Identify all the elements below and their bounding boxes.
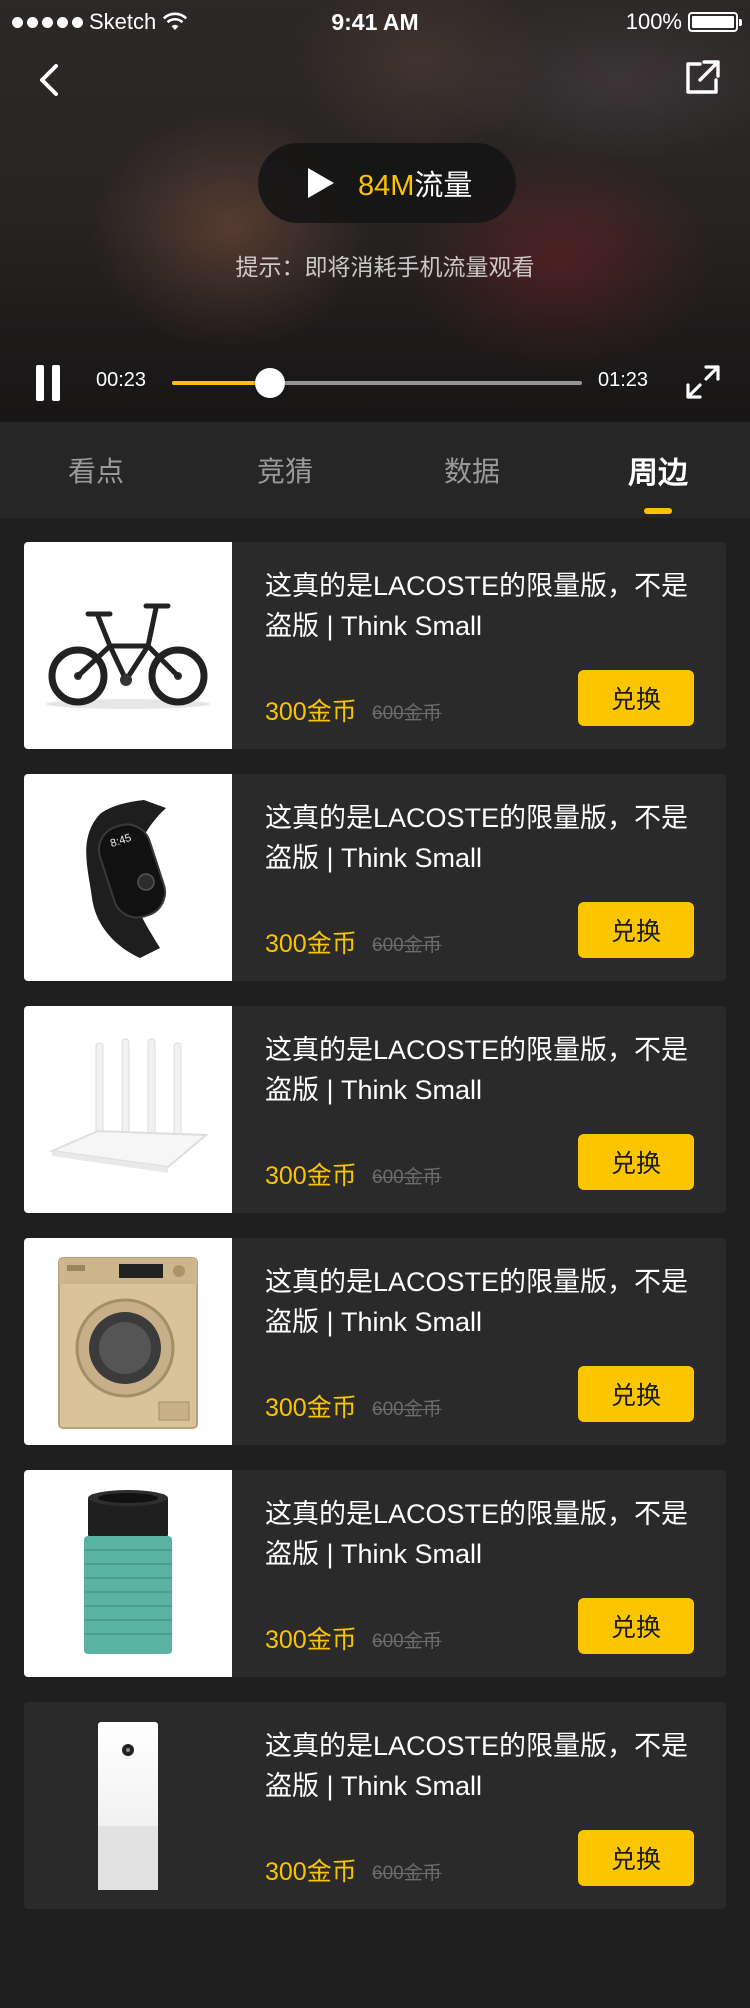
product-title: 这真的是LACOSTE的限量版，不是盗版 | Think Small: [265, 1267, 689, 1337]
tab-stats[interactable]: 数据: [417, 450, 527, 490]
redeem-button[interactable]: 兑换: [578, 670, 694, 726]
product-title: 这真的是LACOSTE的限量版，不是盗版 | Think Small: [265, 571, 689, 641]
video-player[interactable]: Sketch 9:41 AM 100% 84M流量 提示：即将消耗手机流量观看 …: [0, 0, 750, 422]
redeem-button[interactable]: 兑换: [578, 1366, 694, 1422]
play-icon: [308, 168, 334, 198]
product-card[interactable]: 8:45 这真的是LACOSTE的限量版，不是盗版 | Think Small …: [24, 774, 726, 981]
air-filter-icon: [84, 1489, 172, 1654]
product-original-price: 600金币: [372, 935, 442, 956]
redeem-button[interactable]: 兑换: [578, 1134, 694, 1190]
status-right: 100%: [625, 9, 742, 35]
product-image: [24, 542, 232, 749]
product-image: [24, 1702, 232, 1909]
product-original-price: 600金币: [372, 703, 442, 724]
product-price: 300金币: [265, 1858, 357, 1886]
fitness-band-icon: 8:45: [86, 799, 167, 958]
redeem-button[interactable]: 兑换: [578, 1830, 694, 1886]
status-bar: Sketch 9:41 AM 100%: [0, 0, 750, 40]
progress-slider[interactable]: [172, 368, 582, 398]
play-with-data-button[interactable]: 84M流量: [258, 143, 516, 223]
product-card[interactable]: 这真的是LACOSTE的限量版，不是盗版 | Think Small 300金币…: [24, 1238, 726, 1445]
progress-knob[interactable]: [255, 368, 286, 398]
back-icon[interactable]: [30, 58, 70, 102]
product-title: 这真的是LACOSTE的限量版，不是盗版 | Think Small: [265, 1731, 689, 1801]
battery-icon: [688, 12, 742, 32]
product-card[interactable]: 这真的是LACOSTE的限量版，不是盗版 | Think Small 300金币…: [24, 1006, 726, 1213]
wifi-router-icon: [48, 1038, 209, 1173]
product-original-price: 600金币: [372, 1863, 442, 1884]
product-image: [24, 1470, 232, 1677]
product-price: 300金币: [265, 698, 357, 726]
product-original-price: 600金币: [372, 1167, 442, 1188]
current-time: 00:23: [96, 369, 147, 391]
product-card[interactable]: 这真的是LACOSTE的限量版，不是盗版 | Think Small 300金币…: [24, 1702, 726, 1909]
total-time: 01:23: [598, 369, 649, 391]
battery-percent: 100%: [625, 9, 682, 34]
fullscreen-icon[interactable]: [684, 363, 722, 401]
tab-bar: 看点 竞猜 数据 周边: [0, 422, 750, 518]
product-price: 300金币: [265, 930, 357, 958]
washing-machine-icon: [58, 1256, 198, 1429]
product-price: 300金币: [265, 1162, 357, 1190]
air-purifier-icon: [98, 1721, 158, 1890]
product-image: [24, 1006, 232, 1213]
product-card[interactable]: 这真的是LACOSTE的限量版，不是盗版 | Think Small 300金币…: [24, 1470, 726, 1677]
product-original-price: 600金币: [372, 1399, 442, 1420]
product-price: 300金币: [265, 1626, 357, 1654]
product-title: 这真的是LACOSTE的限量版，不是盗版 | Think Small: [265, 1499, 689, 1569]
tab-guess[interactable]: 竞猜: [230, 450, 340, 490]
product-price: 300金币: [265, 1394, 357, 1422]
product-image: 8:45: [24, 774, 232, 981]
pause-icon[interactable]: [34, 365, 62, 401]
redeem-button[interactable]: 兑换: [578, 1598, 694, 1654]
product-original-price: 600金币: [372, 1631, 442, 1652]
product-title: 这真的是LACOSTE的限量版，不是盗版 | Think Small: [265, 803, 689, 873]
share-icon[interactable]: [680, 56, 724, 100]
active-tab-indicator: [644, 508, 672, 514]
play-data-text: 84M流量: [358, 162, 472, 204]
redeem-button[interactable]: 兑换: [578, 902, 694, 958]
play-data-label: 流量: [414, 170, 473, 202]
folding-bike-icon: [46, 603, 210, 709]
page: Sketch 9:41 AM 100% 84M流量 提示：即将消耗手机流量观看 …: [0, 0, 750, 2008]
data-usage-hint: 提示：即将消耗手机流量观看: [235, 254, 535, 280]
tab-merchandise[interactable]: 周边: [603, 448, 713, 492]
play-data-amount: 84M: [358, 170, 415, 202]
tab-highlights[interactable]: 看点: [41, 450, 151, 490]
product-title: 这真的是LACOSTE的限量版，不是盗版 | Think Small: [265, 1035, 689, 1105]
player-controls: 00:23 01:23: [0, 355, 750, 409]
product-card[interactable]: 这真的是LACOSTE的限量版，不是盗版 | Think Small 300金币…: [24, 542, 726, 749]
product-image: [24, 1238, 232, 1445]
